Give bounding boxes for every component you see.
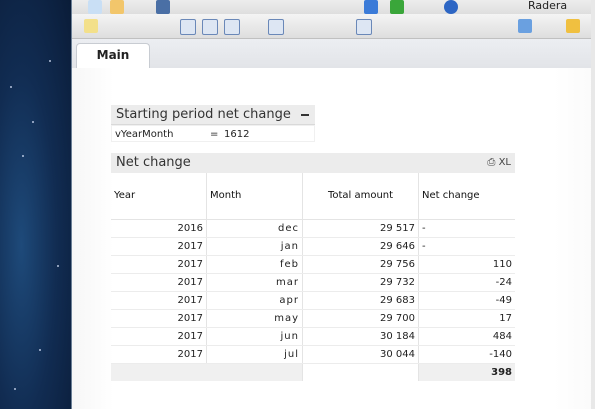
chart-icon[interactable] <box>364 0 378 14</box>
column-header-year[interactable]: Year <box>111 173 207 219</box>
cell-year[interactable]: 2017 <box>111 238 207 255</box>
help-icon[interactable] <box>444 0 458 14</box>
star-dot <box>22 155 24 157</box>
table-row: 2016 dec 29 517- <box>111 220 515 238</box>
cell-change: -140 <box>489 349 512 360</box>
table-row: 2017 jul 30 044 -140 <box>111 346 515 364</box>
cell-year[interactable]: 2017 <box>111 274 207 291</box>
star-dot <box>39 349 41 351</box>
input-box-row[interactable]: vYearMonth = 1612 <box>111 125 315 142</box>
table-row: 2017 feb 29 756 110 <box>111 256 515 274</box>
table-row: 2017 jan 29 646- <box>111 238 515 256</box>
cell-amount: 29 646 <box>303 238 419 255</box>
export-icons[interactable]: ⎙ XL <box>487 153 511 173</box>
cell-year[interactable]: 2017 <box>111 328 207 345</box>
cell-month[interactable]: apr <box>207 292 303 309</box>
app-window: Radera Main Starting period net change v… <box>71 0 595 409</box>
table-caption[interactable]: Net change ⎙ XL <box>111 153 515 173</box>
table-row: 2017 jun 30 184 484 <box>111 328 515 346</box>
cell-amount: 29 732 <box>303 274 419 291</box>
cell-month[interactable]: mar <box>207 274 303 291</box>
cell-year[interactable]: 2016 <box>111 220 207 237</box>
totals-row: 398 <box>111 364 515 381</box>
cell-amount: 30 184 <box>303 328 419 345</box>
sheet-tab-strip: Main <box>72 39 595 69</box>
table-row: 2017 may 29 700 17 <box>111 310 515 328</box>
net-change-table: Year Month Total amount Net change 2016 d… <box>111 173 515 381</box>
cell-year[interactable]: 2017 <box>111 292 207 309</box>
cell-month[interactable]: may <box>207 310 303 327</box>
cell-year[interactable]: 2017 <box>111 256 207 273</box>
cell-change: - <box>422 223 426 234</box>
input-box-caption[interactable]: Starting period net change <box>111 105 315 125</box>
cell-amount: 29 683 <box>303 292 419 309</box>
cell-year[interactable]: 2017 <box>111 310 207 327</box>
cell-amount: 29 700 <box>303 310 419 327</box>
cell-amount: 29 517 <box>303 220 419 237</box>
cell-change: - <box>422 241 426 252</box>
cell-change: 17 <box>499 313 512 324</box>
statistics-icon[interactable] <box>202 19 218 35</box>
cell-month[interactable]: jun <box>207 328 303 345</box>
variable-value[interactable]: 1612 <box>224 126 249 143</box>
design-toolbar <box>72 14 595 39</box>
minimize-icon[interactable] <box>301 114 309 116</box>
cell-month[interactable]: feb <box>207 256 303 273</box>
excel-export-icon[interactable]: XL <box>499 157 511 168</box>
table-header: Year Month Total amount Net change <box>111 173 515 220</box>
tab-main[interactable]: Main <box>76 43 150 69</box>
top-toolbar: Radera <box>72 0 595 15</box>
star-dot <box>14 388 16 390</box>
cell-change: -24 <box>495 277 512 288</box>
user-menu[interactable]: Radera <box>528 0 567 12</box>
cell-month[interactable]: jan <box>207 238 303 255</box>
table-icon[interactable] <box>224 19 240 35</box>
equals-sign: = <box>210 129 219 140</box>
cell-change: 484 <box>492 331 512 342</box>
star-dot <box>32 121 34 123</box>
chart-icon[interactable] <box>268 19 284 35</box>
cell-amount: 30 044 <box>303 346 419 363</box>
variable-name: vYearMonth <box>115 129 174 140</box>
open-icon[interactable] <box>110 0 124 14</box>
cell-change: 110 <box>492 259 512 270</box>
save-icon[interactable] <box>156 0 170 14</box>
grid-icon[interactable] <box>566 19 580 33</box>
table-row: 2017 mar 29 732 -24 <box>111 274 515 292</box>
column-header-net-change[interactable]: Net change <box>419 173 515 219</box>
users-icon[interactable] <box>518 19 532 33</box>
star-icon[interactable] <box>390 0 404 14</box>
column-header-total-amount[interactable]: Total amount <box>303 173 419 219</box>
table-row: 2017 apr 29 683 -49 <box>111 292 515 310</box>
cell-change: -49 <box>495 295 512 306</box>
star-dot <box>10 86 12 88</box>
text-object-icon[interactable] <box>356 19 372 35</box>
input-box-title: Starting period net change <box>116 107 291 122</box>
table-title: Net change <box>116 155 191 170</box>
cell-amount: 29 756 <box>303 256 419 273</box>
cell-month[interactable]: dec <box>207 220 303 237</box>
right-scroll-edge <box>591 0 595 409</box>
new-icon[interactable] <box>88 0 102 14</box>
listbox-icon[interactable] <box>180 19 196 35</box>
sheet-canvas: Starting period net change vYearMonth = … <box>72 68 595 409</box>
cell-year[interactable]: 2017 <box>111 346 207 363</box>
star-dot <box>57 265 59 267</box>
cell-month[interactable]: jul <box>207 346 303 363</box>
total-net-change: 398 <box>491 367 512 378</box>
desktop-background <box>0 0 71 409</box>
column-header-month[interactable]: Month <box>207 173 303 219</box>
new-sheet-icon[interactable] <box>84 19 98 33</box>
star-dot <box>49 60 51 62</box>
